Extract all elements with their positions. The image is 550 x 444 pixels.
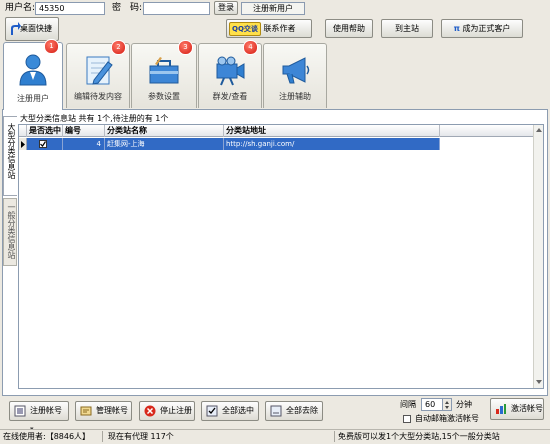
stop-icon <box>144 405 156 417</box>
list-icon <box>14 405 26 417</box>
deselect-all-icon <box>270 405 282 417</box>
desktop-shortcut-button[interactable]: 桌面快捷 <box>5 17 59 41</box>
scroll-up-arrow-icon[interactable] <box>535 127 543 133</box>
register-account-label: 注册帐号 <box>30 406 62 415</box>
contact-author-label: 联系作者 <box>263 24 296 33</box>
become-customer-label: 成为正式客户 <box>462 24 511 33</box>
stop-register-label: 停止注册 <box>160 406 192 415</box>
spin-arrows-icon <box>445 401 449 409</box>
tab-edit-content[interactable]: 2 编辑待发内容 <box>66 40 130 108</box>
interval-stepper[interactable] <box>443 398 452 411</box>
select-all-label: 全部选中 <box>222 406 254 415</box>
summary-text: 大型分类信息站 共有 1个,待注册的有 1个 <box>20 114 169 123</box>
tab-register-assist[interactable]: 注册辅助 <box>263 43 327 108</box>
deselect-all-button[interactable]: 全部去除 <box>265 401 323 421</box>
select-all-icon <box>206 405 218 417</box>
chart-icon <box>496 404 506 414</box>
shortcut-arrow-icon <box>11 22 21 35</box>
tab-badge: 3 <box>178 40 193 55</box>
column-header-url[interactable]: 分类站地址 <box>224 125 440 137</box>
tab-badge: 4 <box>243 40 258 55</box>
side-tab-label: 大型分类信息站 <box>7 123 16 179</box>
contact-author-button[interactable]: QQ交谈 联系作者 <box>226 19 312 38</box>
activate-account-label: 激活帐号 <box>511 404 543 413</box>
tab-parameter-settings[interactable]: 3 参数设置 <box>131 40 197 108</box>
vertical-scrollbar[interactable] <box>533 125 543 388</box>
tab-register-user[interactable]: 1 注册用户 <box>3 39 63 110</box>
manage-account-label: 管理帐号 <box>96 406 128 415</box>
username-label: 用户名: <box>5 3 36 13</box>
help-button[interactable]: 使用帮助 <box>325 19 373 38</box>
select-all-button[interactable]: 全部选中 <box>201 401 259 421</box>
side-tab-general-sites[interactable]: 一般分类信息站 <box>3 198 17 266</box>
toolbox-icon <box>149 57 179 84</box>
edit-icon <box>86 56 113 85</box>
tab-badge: 2 <box>111 40 126 55</box>
register-account-button[interactable]: 注册帐号 ▾ <box>9 401 69 433</box>
current-row-arrow-icon <box>21 141 25 148</box>
sites-grid: 是否选中 编号 分类站名称 分类站地址 4 赶集网-上海 http://sh.g… <box>18 124 544 389</box>
auto-email-label: 自动邮箱激活帐号 <box>415 414 479 423</box>
row-url: http://sh.ganji.com/ <box>224 138 440 150</box>
camera-icon <box>216 56 245 86</box>
register-new-user-link[interactable]: 注册新用户 <box>241 2 305 15</box>
tab-label: 编辑待发内容 <box>74 92 122 101</box>
tab-label: 群发/查看 <box>212 92 248 101</box>
tab-badge: 1 <box>44 39 59 54</box>
status-agents: 现在有代理 117个 <box>108 432 174 441</box>
row-indicator <box>19 138 27 150</box>
status-divider <box>334 431 335 442</box>
login-button[interactable]: 登录 <box>214 1 238 15</box>
tab-label: 参数设置 <box>148 92 180 101</box>
row-checkbox-cell[interactable] <box>27 138 63 150</box>
password-label: 密 码: <box>112 3 143 13</box>
interval-input[interactable]: 60 <box>421 398 443 411</box>
row-id: 4 <box>63 138 105 150</box>
megaphone-icon <box>282 57 310 84</box>
table-row[interactable]: 4 赶集网-上海 http://sh.ganji.com/ <box>19 138 440 150</box>
scroll-down-arrow-icon[interactable] <box>535 379 543 385</box>
column-header-id[interactable]: 编号 <box>63 125 105 137</box>
deselect-all-label: 全部去除 <box>286 406 318 415</box>
grid-header: 是否选中 编号 分类站名称 分类站地址 <box>19 125 543 137</box>
tab-broadcast-view[interactable]: 4 群发/查看 <box>198 40 262 108</box>
desktop-shortcut-label: 桌面快捷 <box>20 24 52 33</box>
user-icon <box>19 54 47 86</box>
side-tab-label: 一般分类信息站 <box>7 203 16 259</box>
status-notice: 免费版可以发1个大型分类站,15个一般分类站 <box>338 432 500 441</box>
password-input[interactable] <box>143 2 210 15</box>
main-site-button[interactable]: 到主站 <box>381 19 433 38</box>
status-online-users: 在线使用者:【8846人】 <box>3 432 91 441</box>
checkbox-checked-icon[interactable] <box>39 140 47 148</box>
manage-account-button[interactable]: 管理帐号 <box>75 401 132 421</box>
stop-register-button[interactable]: 停止注册 <box>139 401 195 421</box>
tab-label: 注册用户 <box>17 94 49 103</box>
pi-icon: π <box>453 24 460 33</box>
manage-icon <box>80 406 92 416</box>
row-name: 赶集网-上海 <box>105 138 224 150</box>
username-input[interactable]: 45350 <box>35 2 105 15</box>
tab-label: 注册辅助 <box>279 92 311 101</box>
column-header-selected[interactable]: 是否选中 <box>27 125 63 137</box>
row-indicator-header <box>19 125 27 137</box>
qq-chat-icon: QQ交谈 <box>229 22 261 36</box>
side-tab-large-sites[interactable]: 大型分类信息站 <box>3 116 17 196</box>
interval-label: 间隔 <box>400 400 416 409</box>
auto-email-checkbox[interactable] <box>403 415 411 423</box>
interval-unit: 分钟 <box>456 400 472 409</box>
become-customer-button[interactable]: π 成为正式客户 <box>441 19 523 38</box>
status-divider <box>102 431 103 442</box>
column-header-name[interactable]: 分类站名称 <box>105 125 224 137</box>
activate-account-button[interactable]: 激活帐号 <box>490 398 544 420</box>
